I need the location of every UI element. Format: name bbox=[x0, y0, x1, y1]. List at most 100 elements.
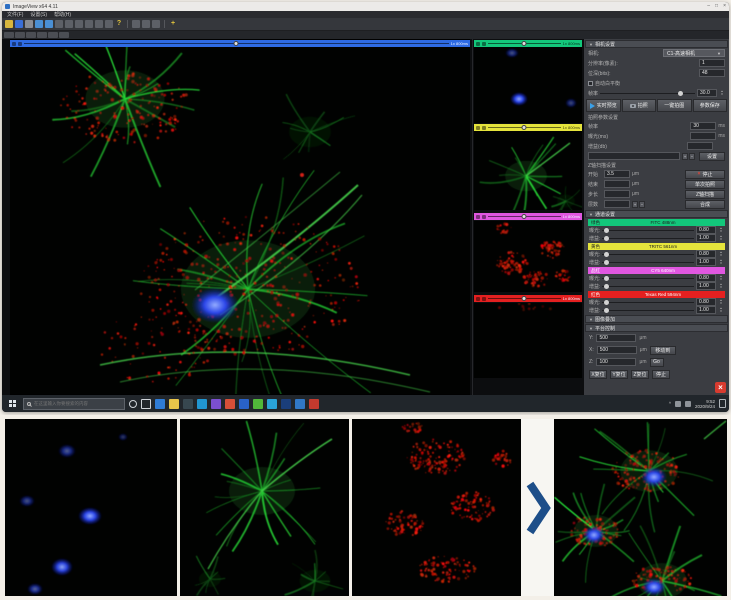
white-balance-checkbox[interactable] bbox=[588, 81, 593, 86]
measure-icon[interactable] bbox=[75, 20, 83, 28]
slider-knob[interactable] bbox=[522, 125, 527, 130]
image-tab[interactable] bbox=[15, 32, 25, 38]
bar-menu-icon[interactable] bbox=[476, 126, 480, 130]
camera-select[interactable]: C1-高速相机 ▼ bbox=[663, 49, 725, 57]
exposure-value[interactable]: 0.80 bbox=[696, 274, 716, 282]
down-icon[interactable]: ▾ bbox=[721, 93, 723, 96]
word-icon[interactable] bbox=[239, 399, 249, 409]
path-set-button[interactable]: 设置 bbox=[699, 152, 725, 161]
slider-knob[interactable] bbox=[522, 41, 527, 46]
slider-knob[interactable] bbox=[234, 41, 239, 46]
undo-icon[interactable] bbox=[142, 20, 150, 28]
minus-button[interactable]: − bbox=[639, 201, 645, 208]
thumbnail-red-channel[interactable] bbox=[474, 221, 582, 292]
image-tab[interactable] bbox=[59, 32, 69, 38]
menu-settings[interactable]: 设置(S) bbox=[30, 11, 47, 18]
channel-red-bar[interactable]: 红色 Texas Red 594nm bbox=[588, 291, 725, 298]
stepper[interactable]: ▴▾ bbox=[718, 259, 724, 265]
section-overlay[interactable]: ▼ 图像叠加 bbox=[585, 315, 728, 323]
slider-knob[interactable] bbox=[604, 228, 609, 233]
save-params-button[interactable]: 参数保存 bbox=[693, 99, 728, 112]
bar-menu-icon[interactable] bbox=[476, 215, 480, 219]
slider-knob[interactable] bbox=[604, 252, 609, 257]
z-merge-button[interactable]: 合成 bbox=[685, 200, 725, 209]
stage-y-value[interactable]: 500 bbox=[596, 334, 636, 342]
down-icon[interactable]: ▾ bbox=[720, 254, 722, 257]
taskbar-search[interactable] bbox=[23, 398, 125, 410]
slider-knob[interactable] bbox=[604, 260, 609, 265]
move-to-button[interactable]: 移动到 bbox=[650, 346, 676, 355]
gain-value[interactable]: 1.00 bbox=[696, 258, 716, 266]
slider-knob[interactable] bbox=[678, 91, 683, 96]
start-button[interactable] bbox=[5, 395, 19, 412]
wps-icon[interactable] bbox=[309, 399, 319, 409]
stepper[interactable]: ▴▾ bbox=[718, 307, 724, 313]
gain-slider[interactable] bbox=[602, 286, 694, 287]
slider-knob[interactable] bbox=[604, 284, 609, 289]
bar-menu-icon[interactable] bbox=[476, 42, 480, 46]
help-icon[interactable]: ? bbox=[115, 20, 123, 28]
z-single-shot-button[interactable]: 单次拍照 bbox=[685, 180, 725, 189]
notification-center-icon[interactable] bbox=[719, 399, 726, 408]
z-row-value[interactable] bbox=[604, 200, 630, 208]
panel-close-button[interactable]: × bbox=[715, 382, 726, 393]
plus-button[interactable]: + bbox=[682, 153, 688, 160]
thumbnail-blue-channel[interactable] bbox=[474, 47, 582, 123]
snap-button[interactable]: 拍照 bbox=[622, 99, 657, 112]
reset-z-button[interactable]: Z复位 bbox=[631, 370, 649, 379]
excel-icon[interactable] bbox=[253, 399, 263, 409]
image-previous-icon[interactable] bbox=[35, 20, 43, 28]
exposure-value[interactable]: 0.80 bbox=[696, 250, 716, 258]
maximize-button[interactable]: □ bbox=[715, 2, 718, 11]
menu-help[interactable]: 帮助(H) bbox=[54, 11, 71, 18]
stepper[interactable]: ▴▾ bbox=[718, 299, 724, 305]
task-view-icon[interactable] bbox=[141, 399, 151, 409]
thumbnail-green-channel[interactable] bbox=[474, 131, 582, 210]
live-preview-button[interactable]: 实时预览 bbox=[586, 99, 621, 112]
slider-knob[interactable] bbox=[604, 308, 609, 313]
image-tab[interactable] bbox=[37, 32, 47, 38]
flag-icon[interactable] bbox=[132, 20, 140, 28]
fluorescence-image-merged-live[interactable] bbox=[10, 47, 470, 394]
gain-value[interactable]: 1.00 bbox=[696, 234, 716, 242]
one-key-capture-button[interactable]: 一键拍图 bbox=[657, 99, 692, 112]
open-folder-icon[interactable] bbox=[5, 20, 13, 28]
section-channels[interactable]: ▼ 通道设置 bbox=[585, 210, 728, 218]
slider-knob[interactable] bbox=[604, 300, 609, 305]
image-tab[interactable] bbox=[48, 32, 58, 38]
z-row-value[interactable]: 3.5 bbox=[604, 170, 630, 178]
slider-knob[interactable] bbox=[522, 296, 527, 301]
main-canvas[interactable]: 1x 800ms bbox=[10, 39, 470, 395]
section-stage[interactable]: ▼ 平台控制 bbox=[585, 324, 728, 332]
save-path-input[interactable] bbox=[588, 152, 680, 160]
mail-icon[interactable] bbox=[197, 399, 207, 409]
bar-camera-icon[interactable] bbox=[482, 126, 486, 130]
down-icon[interactable]: ▾ bbox=[720, 238, 722, 241]
tray-clock[interactable]: 9:52 2020/9/24 bbox=[695, 399, 715, 409]
framerate-stepper[interactable]: ▴ ▾ bbox=[719, 90, 725, 96]
camera-icon[interactable] bbox=[65, 20, 73, 28]
z-row-value[interactable] bbox=[604, 190, 630, 198]
plus-button[interactable]: + bbox=[632, 201, 638, 208]
exposure-slider[interactable] bbox=[602, 230, 694, 231]
cap-row-value[interactable] bbox=[687, 142, 713, 150]
grid-icon[interactable] bbox=[85, 20, 93, 28]
search-input[interactable] bbox=[34, 401, 121, 406]
stage-x-value[interactable]: 500 bbox=[597, 346, 637, 354]
photos-icon[interactable] bbox=[267, 399, 277, 409]
file-explorer-icon[interactable] bbox=[169, 399, 179, 409]
paint-icon[interactable] bbox=[211, 399, 221, 409]
channel-yellow-bar[interactable]: 黄色 TRITC 561nm bbox=[588, 243, 725, 250]
image-tab[interactable] bbox=[26, 32, 36, 38]
gain-value[interactable]: 1.00 bbox=[696, 282, 716, 290]
eraser-icon[interactable] bbox=[55, 20, 63, 28]
channel-green-bar[interactable]: 绿色 FITC 488nm bbox=[588, 219, 725, 226]
redo-icon[interactable] bbox=[152, 20, 160, 28]
exposure-slider[interactable] bbox=[24, 43, 449, 44]
image-tab[interactable] bbox=[4, 32, 14, 38]
stepper[interactable]: ▴▾ bbox=[718, 275, 724, 281]
cap-row-value[interactable] bbox=[690, 132, 716, 140]
channel-magenta-bar[interactable]: 品红 CY5 640nm bbox=[588, 267, 725, 274]
stepper[interactable]: ▴▾ bbox=[718, 283, 724, 289]
gain-slider[interactable] bbox=[602, 238, 694, 239]
